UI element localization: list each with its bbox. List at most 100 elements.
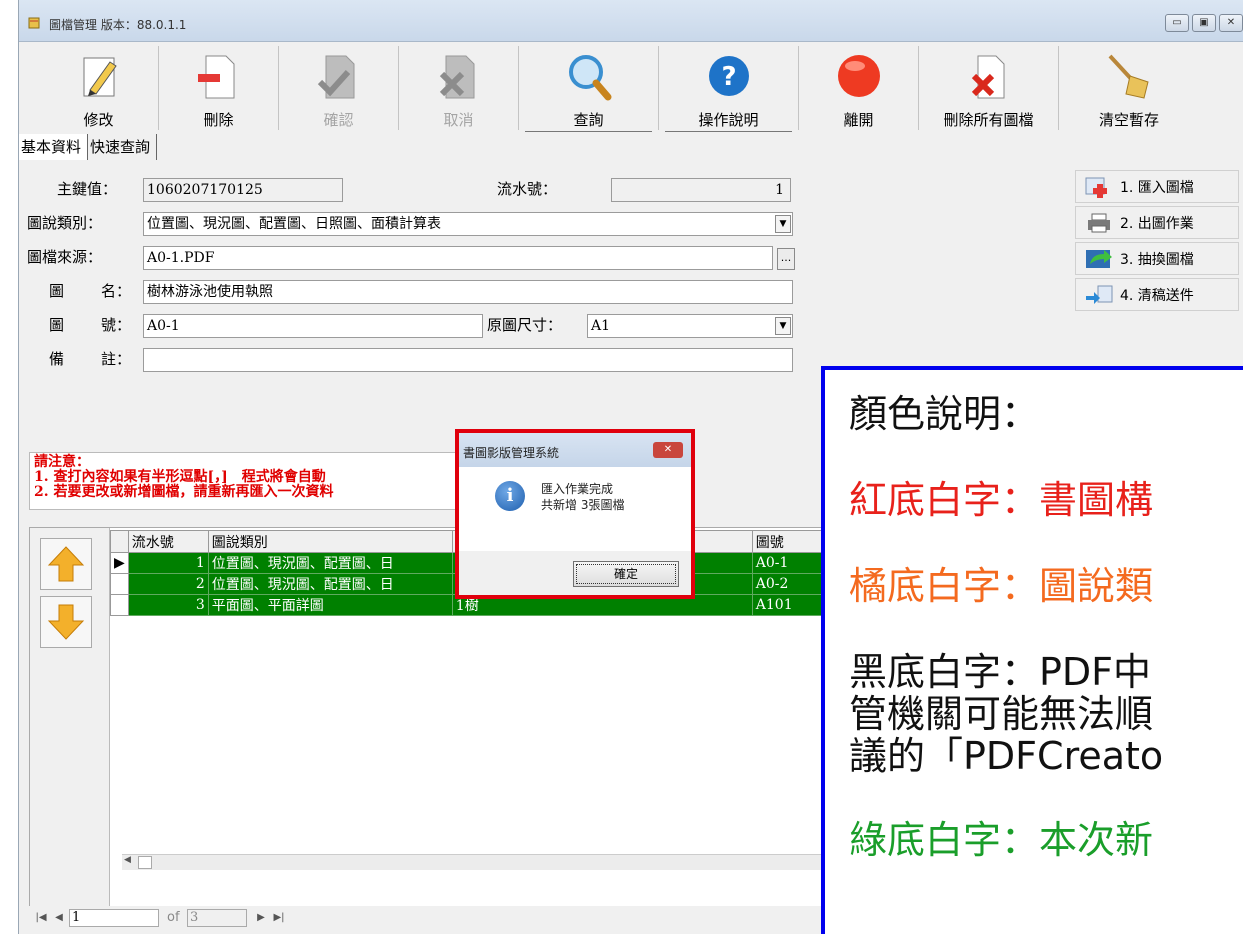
total-field: 3: [187, 909, 247, 927]
browse-button[interactable]: ...: [777, 248, 795, 270]
clear-cache-button[interactable]: 清空暫存: [1059, 46, 1199, 130]
horizontal-scrollbar[interactable]: ◀: [122, 854, 822, 870]
row-selector[interactable]: [110, 573, 129, 595]
col-category[interactable]: 圖說類別: [207, 530, 453, 553]
help-label: 操作說明: [698, 111, 759, 129]
query-label-underline: [525, 131, 652, 132]
magnifier-icon: [568, 55, 611, 101]
import-icon: [1085, 177, 1107, 198]
replace-icon: [1086, 249, 1112, 268]
reorder-column: [30, 528, 110, 906]
edit-label: 修改: [83, 111, 114, 129]
pencil-icon: [83, 57, 117, 97]
key-label: 主鍵值：: [57, 180, 118, 198]
replace-label: 3. 抽換圖檔: [1120, 251, 1194, 268]
serial-field: 1: [611, 178, 791, 202]
cell-number[interactable]: A101: [751, 594, 823, 616]
help-button[interactable]: ? 操作說明: [659, 46, 799, 132]
delete-all-label: 刪除所有圖檔: [943, 111, 1034, 129]
cell-number[interactable]: A0-2: [751, 573, 823, 595]
dialog-message-line-2: 共新增 3張圖檔: [541, 498, 625, 512]
arrow-down-icon: [47, 604, 85, 640]
position-field[interactable]: 1: [69, 909, 159, 927]
cell-serial[interactable]: 3: [127, 594, 209, 616]
size-select[interactable]: A1 ▼: [587, 314, 793, 338]
legend-black-3: 議的「PDFCreato: [849, 734, 1164, 778]
window-title: 圖檔管理 版本：88.0.1.1: [49, 18, 187, 32]
number-label-char: 圖: [49, 316, 65, 334]
cell-serial[interactable]: 1: [127, 552, 209, 574]
next-record-icon[interactable]: ▶: [253, 909, 269, 927]
col-number[interactable]: 圖號: [751, 530, 823, 553]
query-button[interactable]: 查詢: [519, 46, 659, 132]
maximize-button[interactable]: ▣: [1192, 14, 1216, 32]
close-button[interactable]: ✕: [1219, 14, 1243, 32]
number-field[interactable]: A0-1: [143, 314, 483, 338]
dialog-close-button[interactable]: ✕: [653, 442, 683, 458]
edit-button[interactable]: 修改: [39, 46, 159, 130]
notice-heading: 請注意：: [34, 454, 90, 470]
confirm-button[interactable]: 確認: [279, 46, 399, 130]
send-button[interactable]: 4. 清稿送件: [1075, 278, 1239, 311]
scroll-left-icon[interactable]: ◀: [124, 855, 131, 865]
legend-green: 綠底白字：本次新: [849, 818, 1154, 862]
remark-label-char: 備: [49, 350, 65, 368]
move-down-button[interactable]: [40, 596, 92, 648]
notice-line-2: 2. 若要更改或新增圖檔，請重新再匯入一次資料: [34, 484, 334, 500]
window-controls: ▭ ▣ ✕: [1162, 14, 1243, 32]
print-label: 2. 出圖作業: [1120, 215, 1194, 232]
name-label: 名：: [101, 282, 132, 300]
cell-category[interactable]: 位置圖、現況圖、配置圖、日: [207, 573, 453, 595]
notice-line-1: 1. 查打內容如果有半形逗點[，] 程式將會自動: [34, 469, 326, 485]
cancel-doc-icon: [439, 55, 474, 99]
cell-category[interactable]: 平面圖、平面詳圖: [207, 594, 453, 616]
confirm-doc-icon: [317, 55, 354, 99]
exit-label: 離開: [843, 111, 874, 129]
cell-number[interactable]: A0-1: [751, 552, 823, 574]
source-field[interactable]: A0-1.PDF: [143, 246, 773, 270]
dialog-message: 匯入作業完成 共新增 3張圖檔: [541, 481, 624, 513]
app-icon: [28, 17, 40, 29]
legend-red: 紅底白字：書圖構: [849, 478, 1154, 522]
record-navigator: |◀ ◀ 1 of 3 ▶ ▶|: [29, 906, 829, 930]
first-record-icon[interactable]: |◀: [33, 909, 49, 927]
size-label: 原圖尺寸：: [487, 316, 563, 334]
print-button[interactable]: 2. 出圖作業: [1075, 206, 1239, 239]
ok-button[interactable]: 確定: [573, 561, 679, 587]
tab-basic-info[interactable]: 基本資料: [19, 134, 89, 160]
import-button[interactable]: 1. 匯入圖檔: [1075, 170, 1239, 203]
cancel-label: 取消: [443, 111, 474, 129]
chevron-down-icon[interactable]: ▼: [775, 215, 791, 233]
move-up-button[interactable]: [40, 538, 92, 590]
cell-category[interactable]: 位置圖、現況圖、配置圖、日: [207, 552, 453, 574]
color-legend: 顏色說明： 紅底白字：書圖構 橘底白字：圖說類 黑底白字：PDF中 管機關可能無…: [821, 366, 1243, 934]
dialog-title-bar: 書圖影版管理系統 ✕: [459, 433, 691, 467]
minimize-button[interactable]: ▭: [1165, 14, 1189, 32]
key-field: 1060207170125: [143, 178, 343, 202]
replace-button[interactable]: 3. 抽換圖檔: [1075, 242, 1239, 275]
category-select[interactable]: 位置圖、現況圖、配置圖、日照圖、面積計算表 ▼: [143, 212, 793, 236]
row-selector[interactable]: [110, 594, 129, 616]
name-field[interactable]: 樹林游泳池使用執照: [143, 280, 793, 304]
delete-button[interactable]: 刪除: [159, 46, 279, 130]
notice-box: 請注意： 1. 查打內容如果有半形逗點[，] 程式將會自動 2. 若要更改或新增…: [29, 452, 469, 510]
records-grid: 流水號 圖說類別 圖 圖號 ▶ 1 位置圖、現況圖、配置圖、日 樹 A0-1 2: [29, 527, 829, 907]
scroll-thumb[interactable]: [138, 856, 152, 869]
remark-field[interactable]: [143, 348, 793, 372]
dialog-footer: 確定: [459, 551, 691, 595]
row-selector[interactable]: ▶: [110, 552, 129, 574]
category-label: 圖說類別：: [27, 214, 103, 232]
number-label: 號：: [101, 316, 132, 334]
delete-label: 刪除: [203, 111, 234, 129]
tab-quick-search[interactable]: 快速查詢: [88, 134, 158, 160]
last-record-icon[interactable]: ▶|: [271, 909, 287, 927]
info-icon: i: [495, 481, 525, 511]
prev-record-icon[interactable]: ◀: [51, 909, 67, 927]
col-serial[interactable]: 流水號: [127, 530, 209, 553]
cancel-button[interactable]: 取消: [399, 46, 519, 130]
delete-all-button[interactable]: 刪除所有圖檔: [919, 46, 1059, 130]
exit-button[interactable]: 離開: [799, 46, 919, 130]
chevron-down-icon[interactable]: ▼: [775, 317, 791, 335]
remark-label: 註：: [101, 350, 132, 368]
cell-serial[interactable]: 2: [127, 573, 209, 595]
